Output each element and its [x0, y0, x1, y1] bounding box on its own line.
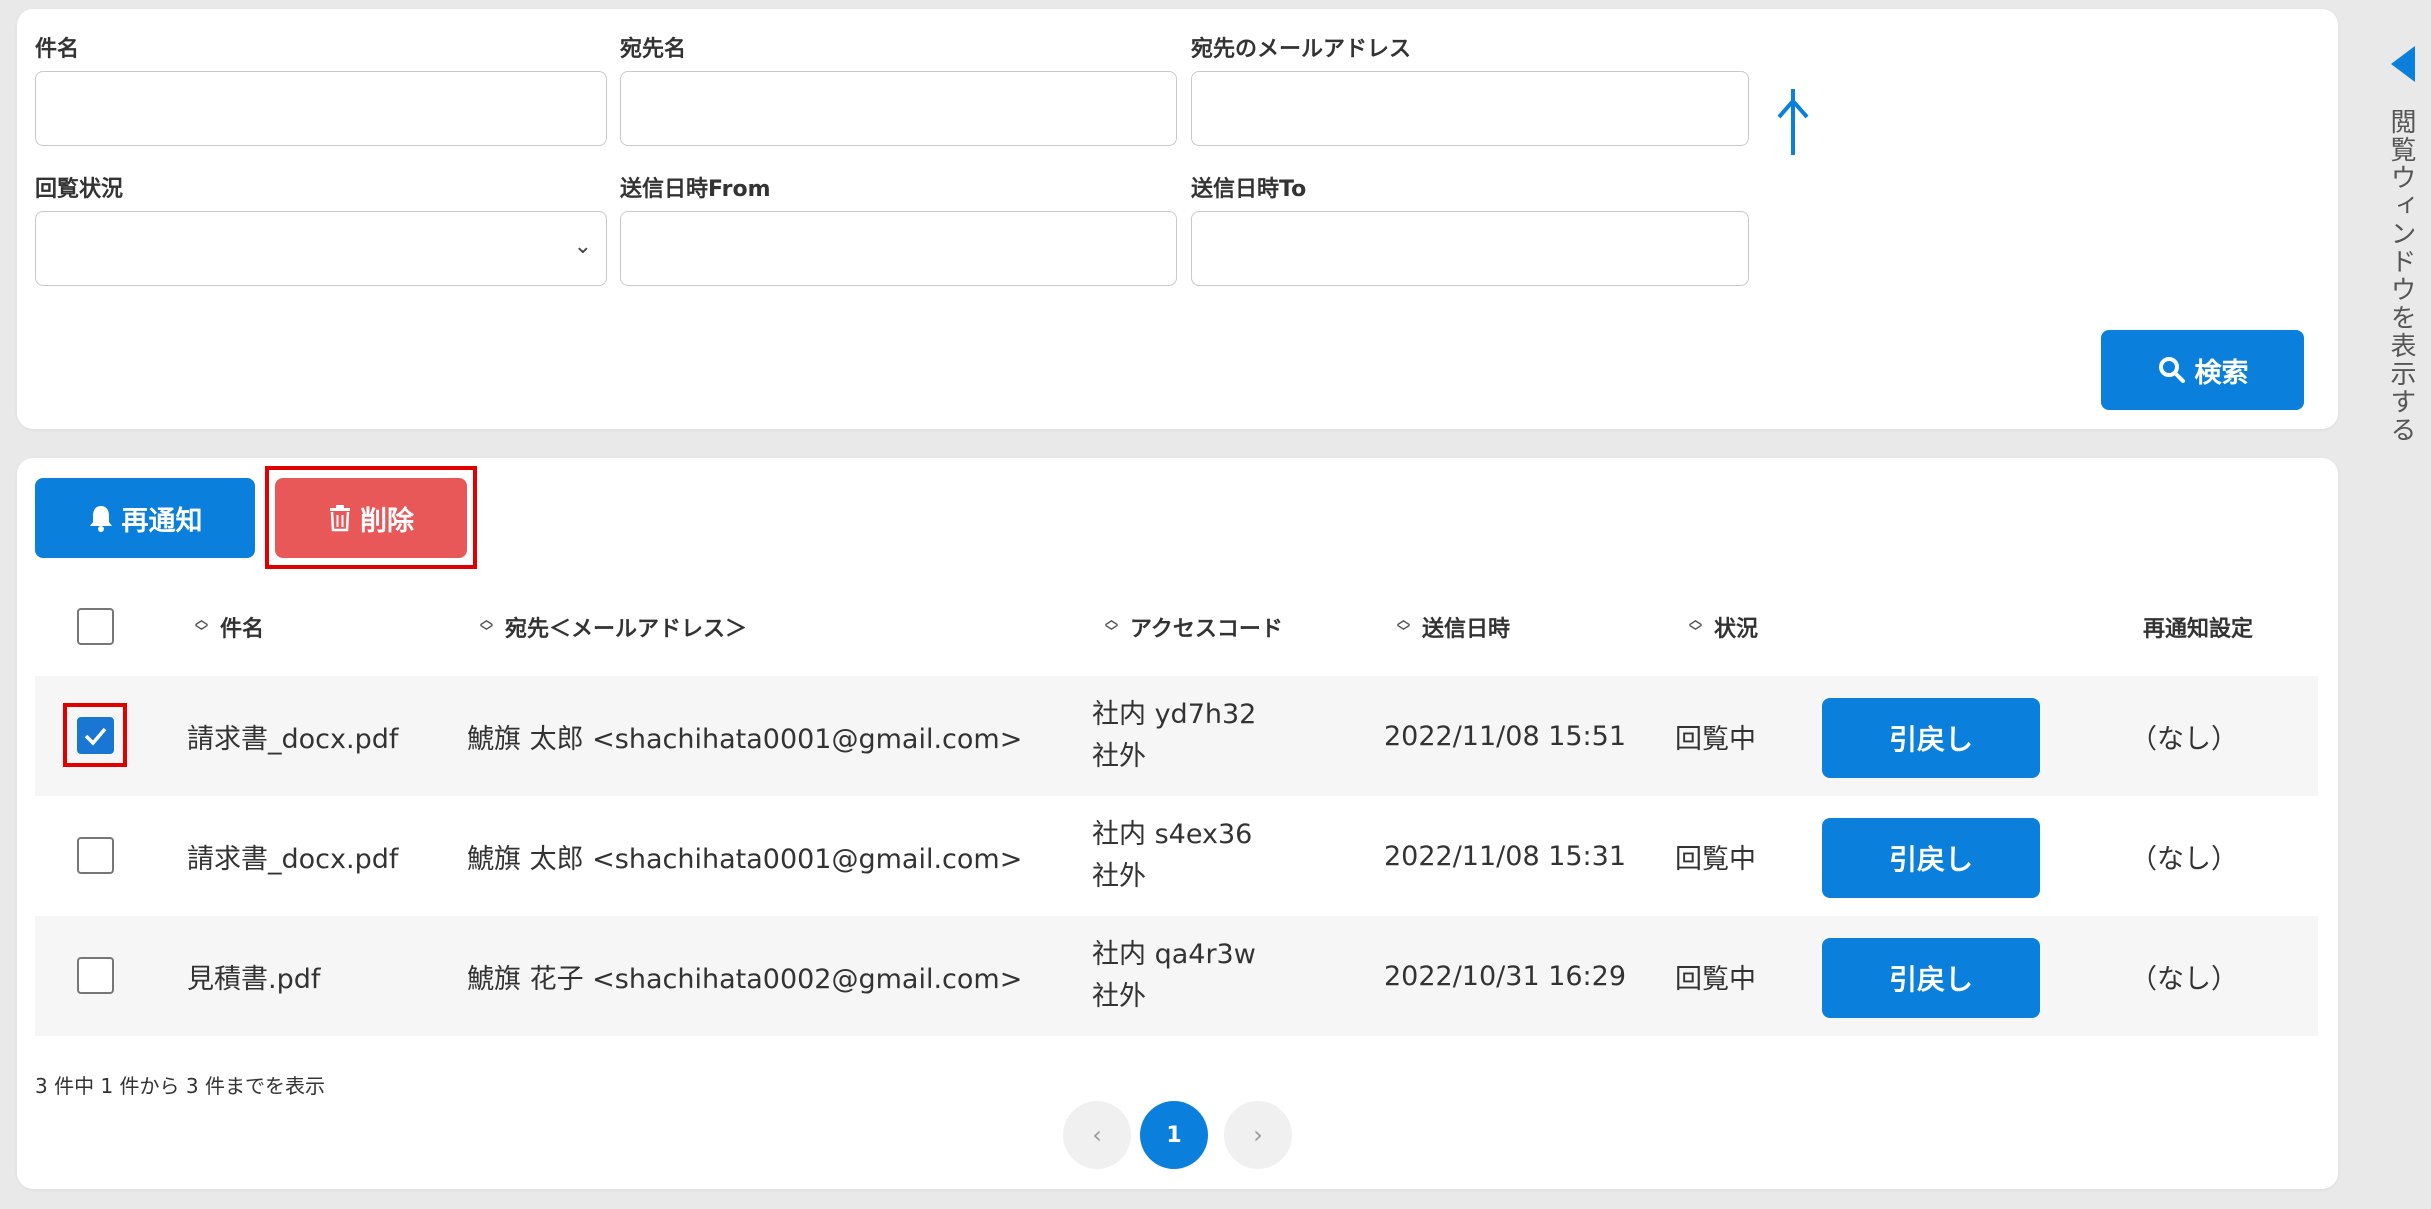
cell-access-code: 社内 s4ex36 社外 [1092, 796, 1252, 916]
renotify-button-label: 再通知 [121, 505, 203, 537]
show-preview-window-label[interactable]: 閲覧ウィンドウを表示する [2386, 108, 2420, 444]
status-label: 回覧状況 [35, 177, 124, 202]
access-code-internal: 社内 yd7h32 [1092, 699, 1257, 730]
header-renotify-setting-label: 再通知設定 [2143, 617, 2254, 642]
cell-renotify: （なし） [2130, 843, 2238, 875]
row-checkbox[interactable] [77, 837, 114, 874]
row-checkbox[interactable] [77, 717, 114, 754]
status-select[interactable]: ⌄ [35, 211, 607, 286]
pagination-summary: 3 件中 1 件から 3 件までを表示 [35, 1074, 325, 1098]
cell-sent-at: 2022/11/08 15:51 [1384, 720, 1627, 752]
cell-status: 回覧中 [1675, 963, 1756, 995]
cell-recipient: 鯱旗 太郎 <shachihata0001@gmail.com> [467, 843, 1023, 875]
sent-to-label: 送信日時To [1191, 177, 1307, 202]
sort-icon: ︿ ﹀ [1105, 613, 1119, 640]
cell-subject: 請求書_docx.pdf [187, 723, 399, 755]
caret-left-icon[interactable] [2385, 44, 2421, 84]
sort-icon: ︿ ﹀ [195, 613, 209, 640]
delete-button-label: 削除 [360, 505, 414, 537]
header-sent-at-label: 送信日時 [1422, 617, 1511, 642]
cell-access-code: 社内 qa4r3w 社外 [1092, 916, 1256, 1036]
search-panel: 件名 宛先名 宛先のメールアドレス 回覧状況 ⌄ 送信日時From 送信日時To… [17, 9, 2338, 429]
cell-recipient: 鯱旗 花子 <shachihata0002@gmail.com> [467, 963, 1023, 995]
cell-status: 回覧中 [1675, 723, 1756, 755]
recall-button[interactable]: 引戻し [1822, 818, 2040, 898]
pagination-page-1[interactable]: 1 [1140, 1101, 1208, 1169]
check-icon [84, 727, 107, 746]
search-button-label: 検索 [2194, 357, 2249, 389]
cell-subject: 請求書_docx.pdf [187, 843, 399, 875]
recall-button[interactable]: 引戻し [1822, 938, 2040, 1018]
results-table: ︿ ﹀ 件名 ︿ ﹀ 宛先＜メールアドレス＞ ︿ ﹀ アクセスコード ︿ ﹀ 送信日時 … [35, 578, 2318, 1049]
sent-to-input[interactable] [1191, 211, 1749, 286]
header-subject[interactable]: ︿ ﹀ 件名 [195, 578, 264, 676]
recipient-email-input[interactable] [1191, 71, 1749, 146]
cell-renotify: （なし） [2130, 723, 2238, 755]
header-status-label: 状況 [1714, 617, 1759, 642]
cell-sent-at: 2022/10/31 16:29 [1384, 960, 1627, 992]
header-sent-at[interactable]: ︿ ﹀ 送信日時 [1397, 578, 1510, 676]
table-row[interactable]: 見積書.pdf 鯱旗 花子 <shachihata0002@gmail.com>… [35, 916, 2318, 1036]
cell-subject: 見積書.pdf [187, 963, 321, 995]
recall-button[interactable]: 引戻し [1822, 698, 2040, 778]
search-icon [2158, 357, 2185, 383]
chevron-down-icon: ⌄ [573, 234, 592, 259]
header-status[interactable]: ︿ ﹀ 状況 [1689, 578, 1758, 676]
access-code-internal: 社内 s4ex36 [1092, 819, 1253, 850]
table-row[interactable]: 請求書_docx.pdf 鯱旗 太郎 <shachihata0001@gmail… [35, 676, 2318, 796]
pagination-next-button[interactable]: › [1224, 1101, 1292, 1169]
collapse-arrow-icon[interactable] [1775, 81, 1811, 161]
pagination-prev-button[interactable]: ‹ [1063, 1101, 1131, 1169]
access-code-external: 社外 [1092, 741, 1146, 772]
bell-icon [89, 506, 112, 532]
sort-icon: ︿ ﹀ [1689, 613, 1703, 640]
delete-button[interactable]: 削除 [275, 478, 467, 558]
recipient-name-label: 宛先名 [620, 37, 687, 62]
cell-recipient: 鯱旗 太郎 <shachihata0001@gmail.com> [467, 723, 1023, 755]
recipient-name-input[interactable] [620, 71, 1177, 146]
header-recipient[interactable]: ︿ ﹀ 宛先＜メールアドレス＞ [480, 578, 747, 676]
subject-label: 件名 [35, 37, 80, 62]
sent-from-label: 送信日時From [620, 177, 771, 202]
cell-sent-at: 2022/11/08 15:31 [1384, 840, 1627, 872]
sent-from-input[interactable] [620, 211, 1177, 286]
sort-icon: ︿ ﹀ [1397, 613, 1411, 640]
header-subject-label: 件名 [220, 617, 265, 642]
cell-status: 回覧中 [1675, 843, 1756, 875]
renotify-button[interactable]: 再通知 [35, 478, 255, 558]
subject-input[interactable] [35, 71, 607, 146]
cell-access-code: 社内 yd7h32 社外 [1092, 676, 1256, 796]
search-button[interactable]: 検索 [2101, 330, 2304, 410]
access-code-external: 社外 [1092, 981, 1146, 1012]
results-panel: 再通知 削除 ︿ ﹀ 件名 ︿ ﹀ 宛先＜メールアドレス＞ ︿ ﹀ アクセスコード [17, 458, 2338, 1189]
header-recipient-label: 宛先＜メールアドレス＞ [505, 617, 748, 642]
table-row[interactable]: 請求書_docx.pdf 鯱旗 太郎 <shachihata0001@gmail… [35, 796, 2318, 916]
access-code-external: 社外 [1092, 861, 1146, 892]
row-checkbox[interactable] [77, 957, 114, 994]
header-access-code-label: アクセスコード [1130, 617, 1283, 642]
select-all-checkbox[interactable] [77, 608, 114, 645]
trash-icon [330, 505, 350, 532]
sort-icon: ︿ ﹀ [480, 613, 494, 640]
access-code-internal: 社内 qa4r3w [1092, 939, 1256, 970]
recipient-email-label: 宛先のメールアドレス [1191, 37, 1412, 62]
header-renotify-setting: 再通知設定 [2143, 578, 2253, 676]
table-header: ︿ ﹀ 件名 ︿ ﹀ 宛先＜メールアドレス＞ ︿ ﹀ アクセスコード ︿ ﹀ 送信日時 … [35, 578, 2318, 676]
header-access-code[interactable]: ︿ ﹀ アクセスコード [1105, 578, 1283, 676]
cell-renotify: （なし） [2130, 963, 2238, 995]
